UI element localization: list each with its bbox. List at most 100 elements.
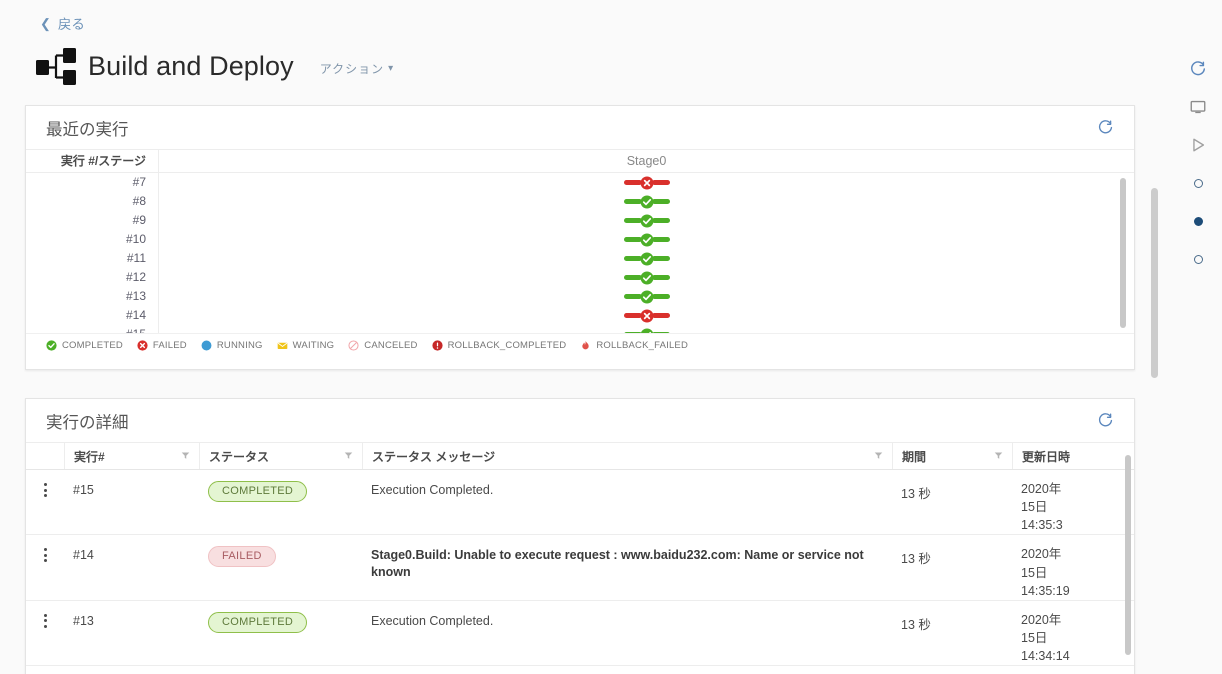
- filter-icon[interactable]: [181, 449, 190, 463]
- column-header-kebab[interactable]: [26, 443, 64, 469]
- legend-item: COMPLETED: [46, 340, 123, 351]
- filter-icon[interactable]: [874, 449, 883, 463]
- detail-table-scrollbar[interactable]: [1125, 455, 1131, 655]
- cell-run-number: #13: [73, 613, 94, 628]
- cell-updated: 2020年15日14:34:0: [1012, 666, 1130, 674]
- cell-updated: 2020年 15日 14:35:19: [1021, 547, 1070, 598]
- column-header-msg[interactable]: ステータス メッセージ: [362, 443, 892, 469]
- stage-status-completed[interactable]: [623, 195, 670, 209]
- kebab-menu-icon[interactable]: [26, 666, 64, 674]
- back-link[interactable]: ❮ 戻る: [40, 13, 85, 33]
- recent-execution-row[interactable]: #7: [26, 173, 1134, 192]
- legend-item: ROLLBACK_FAILED: [580, 340, 688, 351]
- step-dot-3[interactable]: [1187, 248, 1209, 270]
- page-title: Build and Deploy: [88, 50, 294, 81]
- recent-execution-number: #12: [26, 268, 159, 287]
- kebab-menu-icon[interactable]: [26, 535, 64, 563]
- recent-execution-row[interactable]: #8: [26, 192, 1134, 211]
- recent-execution-row[interactable]: #13: [26, 287, 1134, 306]
- legend-label: COMPLETED: [62, 340, 123, 351]
- recent-execution-row[interactable]: #14: [26, 306, 1134, 325]
- chevron-left-icon: ❮: [40, 15, 51, 31]
- cell-duration: 13 秒: [892, 666, 1012, 674]
- prohibition-icon: [348, 340, 359, 351]
- flame-icon: [580, 340, 591, 351]
- filter-icon[interactable]: [344, 449, 353, 463]
- page-scrollbar[interactable]: [1151, 188, 1158, 378]
- refresh-icon[interactable]: [1097, 119, 1114, 136]
- stage-status-completed[interactable]: [623, 233, 670, 247]
- filled-circle-icon: [201, 340, 212, 351]
- table-row[interactable]: #14 FAILED Stage0.Build: Unable to execute…: [26, 535, 1134, 601]
- column-header-upd[interactable]: 更新日時: [1012, 443, 1130, 469]
- recent-execution-row[interactable]: #9: [26, 211, 1134, 230]
- recent-execution-row[interactable]: #10: [26, 230, 1134, 249]
- stage-status-completed[interactable]: [623, 328, 670, 333]
- recent-execution-number: #14: [26, 306, 159, 325]
- recent-executions-table-head: 実行 #/ステージ Stage0: [26, 149, 1134, 173]
- status-badge: FAILED: [208, 546, 276, 568]
- step-dot-1[interactable]: [1187, 172, 1209, 194]
- column-header-dur[interactable]: 期間: [892, 443, 1012, 469]
- filter-icon: [994, 452, 1003, 459]
- step-dot: [1193, 254, 1203, 264]
- monitor-icon[interactable]: [1187, 96, 1209, 118]
- stage-status-completed[interactable]: [623, 252, 670, 266]
- row-menu-button[interactable]: [26, 666, 64, 674]
- legend-item: CANCELED: [348, 340, 417, 351]
- table-row[interactable]: #15 COMPLETED Execution Completed. 13 秒 2020…: [26, 470, 1134, 536]
- stage-status-completed[interactable]: [623, 290, 670, 304]
- stage-status-failed[interactable]: [623, 176, 670, 190]
- table-row[interactable]: #12COMPLETEDExecution Completed.13 秒2020…: [26, 666, 1134, 674]
- col-stage0: Stage0: [626, 154, 667, 168]
- stage-status-failed[interactable]: [623, 309, 670, 323]
- recent-execution-number: #9: [26, 211, 159, 230]
- detail-table-header: 実行# ステータス ステータス メッセージ 期間 更新日時: [26, 443, 1134, 470]
- row-menu-button[interactable]: [26, 535, 64, 599]
- legend-label: ROLLBACK_COMPLETED: [447, 340, 567, 351]
- status-legend: COMPLETED FAILED RUNNING WAITING CANCELED ROL…: [26, 333, 1134, 357]
- column-header-stat[interactable]: ステータス: [199, 443, 362, 469]
- column-header-run[interactable]: 実行#: [64, 443, 199, 469]
- legend-label: CANCELED: [364, 340, 418, 351]
- recent-execution-row[interactable]: #12: [26, 268, 1134, 287]
- cell-updated: 2020年 15日 14:35:3: [1021, 482, 1063, 533]
- step-dot-2[interactable]: [1187, 210, 1209, 232]
- actions-dropdown[interactable]: アクション ▾: [320, 56, 394, 77]
- cell-run-number: #15: [73, 483, 94, 497]
- column-label: ステータス: [209, 449, 270, 464]
- column-label: 更新日時: [1022, 449, 1071, 464]
- table-row[interactable]: #13 COMPLETED Execution Completed. 13 秒 2020…: [26, 601, 1134, 667]
- legend-label: FAILED: [152, 340, 187, 351]
- refresh-icon[interactable]: [1097, 412, 1114, 429]
- filter-icon: [874, 452, 883, 459]
- kebab-menu-icon[interactable]: [26, 470, 64, 497]
- recent-execution-number: #13: [26, 287, 159, 306]
- recent-executions-scrollbar[interactable]: [1120, 178, 1126, 328]
- pipeline-detail-page: ❮ 戻る Build and Deploy アクション ▾ 最近の実行 実行 #…: [0, 0, 1222, 674]
- x-circle-icon: [137, 340, 148, 351]
- recent-execution-row[interactable]: #15: [26, 325, 1134, 333]
- cell-updated: 2020年 15日 14:34:14: [1021, 612, 1070, 663]
- cell-duration: 13 秒: [901, 552, 931, 567]
- legend-item: ROLLBACK_COMPLETED: [432, 340, 567, 351]
- legend-label: ROLLBACK_FAILED: [596, 340, 689, 351]
- filter-icon[interactable]: [994, 449, 1003, 463]
- col-run-stage: 実行 #/ステージ: [26, 149, 159, 173]
- legend-item: RUNNING: [201, 340, 263, 351]
- kebab-menu-icon[interactable]: [26, 601, 64, 628]
- row-menu-button[interactable]: [26, 601, 64, 665]
- refresh-icon[interactable]: [1187, 58, 1209, 80]
- legend-label: RUNNING: [216, 340, 263, 351]
- row-menu-button[interactable]: [26, 470, 64, 534]
- stage-status-completed[interactable]: [623, 271, 670, 285]
- legend-item: FAILED: [137, 340, 187, 351]
- cell-duration: 13 秒: [901, 617, 931, 632]
- cell-status-message: Stage0.Build: Unable to execute request …: [371, 548, 864, 580]
- legend-item: WAITING: [277, 340, 335, 351]
- status-badge: COMPLETED: [208, 481, 308, 502]
- stage-status-completed[interactable]: [623, 214, 670, 228]
- cell-run-number: #12: [64, 666, 199, 674]
- play-icon[interactable]: [1187, 134, 1209, 156]
- recent-execution-row[interactable]: #11: [26, 249, 1134, 268]
